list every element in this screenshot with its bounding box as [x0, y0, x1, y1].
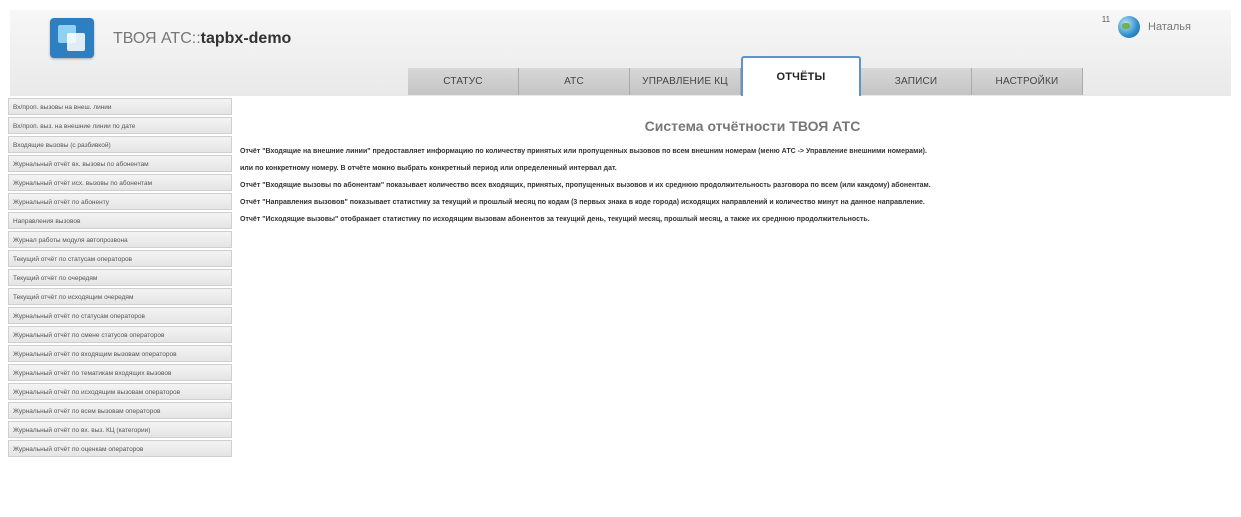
description-paragraph: Отчёт "Входящие вызовы по абонентам" пок…	[240, 182, 931, 189]
sidebar-item[interactable]: Текущий отчёт по очередям	[8, 269, 232, 286]
sidebar-item[interactable]: Журнальный отчёт по входящим вызовам опе…	[8, 345, 232, 362]
username-link[interactable]: Наталья	[1148, 21, 1191, 33]
sidebar-item[interactable]: Журнальный отчёт по всем вызовам операто…	[8, 402, 232, 419]
reports-content: Система отчётности ТВОЯ АТС Отчёт "Входя…	[240, 118, 1235, 231]
sidebar-item[interactable]: Журнальный отчёт исх. вызовы по абонента…	[8, 174, 232, 191]
tab-records[interactable]: ЗАПИСИ	[861, 68, 972, 95]
globe-icon[interactable]	[1118, 16, 1141, 38]
sidebar-item[interactable]: Направления вызовов	[8, 212, 232, 229]
description-paragraph: Отчёт "Направления вызовов" показывает с…	[240, 199, 925, 206]
notification-counter[interactable]: 11	[1102, 15, 1110, 24]
description-paragraph: или по конкретному номеру. В отчёте можн…	[240, 165, 617, 172]
main-nav-tabs: СТАТУС АТС УПРАВЛЕНИЕ КЦ ОТЧЁТЫ ЗАПИСИ Н…	[408, 56, 1083, 96]
sidebar-item[interactable]: Журнальный отчёт по абоненту	[8, 193, 232, 210]
sidebar-item[interactable]: Текущий отчёт по статусам операторов	[8, 250, 232, 267]
tab-reports[interactable]: ОТЧЁТЫ	[741, 56, 861, 96]
sidebar-item[interactable]: Текущий отчёт по исходящим очередям	[8, 288, 232, 305]
sidebar-item[interactable]: Вх/проп. выз. на внешние линии по дате	[8, 117, 232, 134]
reports-sidebar: Вх/проп. вызовы на внеш. линии Вх/проп. …	[8, 98, 232, 459]
app-logo-icon[interactable]	[50, 18, 94, 58]
sidebar-item[interactable]: Журнальный отчёт по вх. выз. КЦ (категор…	[8, 421, 232, 438]
app-title: ТВОЯ АТС::tapbx-demo	[113, 30, 291, 48]
sidebar-item[interactable]: Журнальный отчёт вх. вызовы по абонентам	[8, 155, 232, 172]
tab-settings[interactable]: НАСТРОЙКИ	[972, 68, 1083, 95]
sidebar-item[interactable]: Журнальный отчёт по оценкам операторов	[8, 440, 232, 457]
description-paragraph: Отчёт "Исходящие вызовы" отображает стат…	[240, 216, 870, 223]
page-title: Система отчётности ТВОЯ АТС	[644, 118, 861, 134]
brand-prefix: ТВОЯ АТС::	[113, 30, 201, 47]
user-area: 11 Наталья	[1102, 15, 1191, 38]
tab-ats[interactable]: АТС	[519, 68, 630, 95]
sidebar-item[interactable]: Журнальный отчёт по статусам операторов	[8, 307, 232, 324]
sidebar-item[interactable]: Журнальный отчёт по смене статусов опера…	[8, 326, 232, 343]
sidebar-item[interactable]: Журнал работы модуля автопрозвона	[8, 231, 232, 248]
tab-call-center[interactable]: УПРАВЛЕНИЕ КЦ	[630, 68, 741, 95]
sidebar-item[interactable]: Журнальный отчёт по тематикам входящих в…	[8, 364, 232, 381]
tab-status[interactable]: СТАТУС	[408, 68, 519, 95]
brand-instance: tapbx-demo	[200, 30, 292, 47]
sidebar-item[interactable]: Входящие вызовы (с разбивкой)	[8, 136, 232, 153]
sidebar-item[interactable]: Журнальный отчёт по исходящим вызовам оп…	[8, 383, 232, 400]
description-paragraph: Отчёт "Входящие на внешние линии" предос…	[240, 148, 927, 155]
sidebar-item[interactable]: Вх/проп. вызовы на внеш. линии	[8, 98, 232, 115]
